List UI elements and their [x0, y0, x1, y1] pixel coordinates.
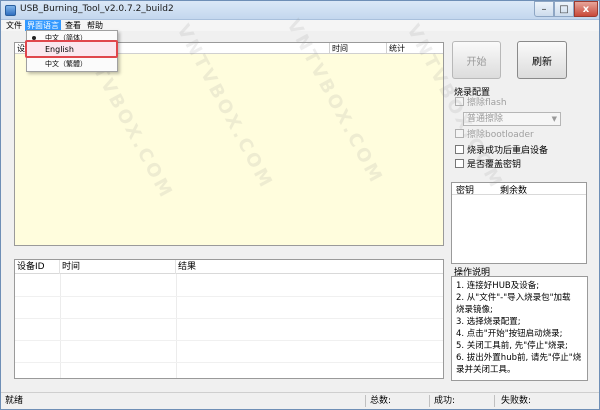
grid-line: [15, 296, 443, 297]
instruction-line: 5. 关闭工具前, 先"停止"烧录;: [456, 341, 568, 351]
log-col-time[interactable]: 时间: [330, 43, 387, 54]
key-table-header: 密钥 剩余数: [452, 183, 586, 196]
chevron-down-icon: ▼: [551, 115, 557, 123]
checkbox-box: [455, 145, 464, 154]
app-icon: [5, 5, 16, 16]
status-divider: [429, 395, 430, 407]
status-fail-label: 失败数:: [501, 396, 532, 406]
checkbox-box: [455, 159, 464, 168]
menu-file[interactable]: 文件: [4, 20, 24, 31]
grid-line: [15, 362, 443, 363]
erase-flash-label: 擦除flash: [467, 98, 507, 108]
status-divider: [365, 395, 366, 407]
language-option-label: English: [45, 45, 74, 54]
result-col-time[interactable]: 时间: [60, 260, 176, 274]
erase-mode-select[interactable]: 普通擦除 ▼: [463, 112, 561, 126]
language-option-english[interactable]: English: [25, 40, 118, 58]
language-option-label: 中文（繁體）: [45, 60, 87, 68]
instruction-line: 3. 选择烧录配置;: [456, 317, 521, 327]
language-option-traditional-chinese[interactable]: 中文（繁體）: [27, 58, 117, 70]
result-col-device-id[interactable]: 设备ID: [15, 260, 60, 274]
status-divider: [494, 395, 495, 407]
instruction-line: 2. 从"文件"-"导入烧录包"加载: [456, 293, 571, 303]
result-col-result[interactable]: 结果: [176, 260, 443, 274]
minimize-button[interactable]: –: [534, 1, 554, 17]
instructions-box: 1. 连接好HUB及设备; 2. 从"文件"-"导入烧录包"加载 烧录镜像; 3…: [451, 276, 588, 381]
close-button[interactable]: x: [574, 1, 598, 17]
refresh-button[interactable]: 刷新: [517, 41, 567, 79]
status-bar: 就绪 总数: 成功: 失败数:: [1, 392, 599, 409]
key-col-key[interactable]: 密钥: [456, 183, 474, 196]
instruction-line: 4. 点击"开始"按钮启动烧录;: [456, 329, 563, 339]
start-button[interactable]: 开始: [452, 41, 501, 79]
result-table-header: 设备ID 时间 结果: [15, 260, 443, 274]
window-title: USB_Burning_Tool_v2.0.7.2_build2: [20, 4, 174, 14]
device-log-panel[interactable]: 设备 时间 统计: [14, 42, 444, 246]
result-panel[interactable]: 设备ID 时间 结果: [14, 259, 444, 379]
key-col-remaining[interactable]: 剩余数: [500, 183, 527, 196]
status-success-label: 成功:: [434, 396, 456, 406]
key-panel[interactable]: 密钥 剩余数: [451, 182, 587, 264]
instruction-line: 烧录镜像;: [456, 305, 493, 315]
status-state: 就绪: [5, 396, 24, 406]
app-window: USB_Burning_Tool_v2.0.7.2_build2 – □ x 文…: [0, 0, 600, 410]
instruction-line: 录并关闭工具。: [456, 365, 516, 375]
instruction-line: 6. 拔出外置hub前, 请先"停止"烧: [456, 353, 582, 363]
maximize-button[interactable]: □: [554, 1, 574, 17]
grid-line: [15, 318, 443, 319]
instruction-line: 1. 连接好HUB及设备;: [456, 281, 540, 291]
status-total-label: 总数:: [370, 396, 392, 406]
grid-line: [15, 340, 443, 341]
